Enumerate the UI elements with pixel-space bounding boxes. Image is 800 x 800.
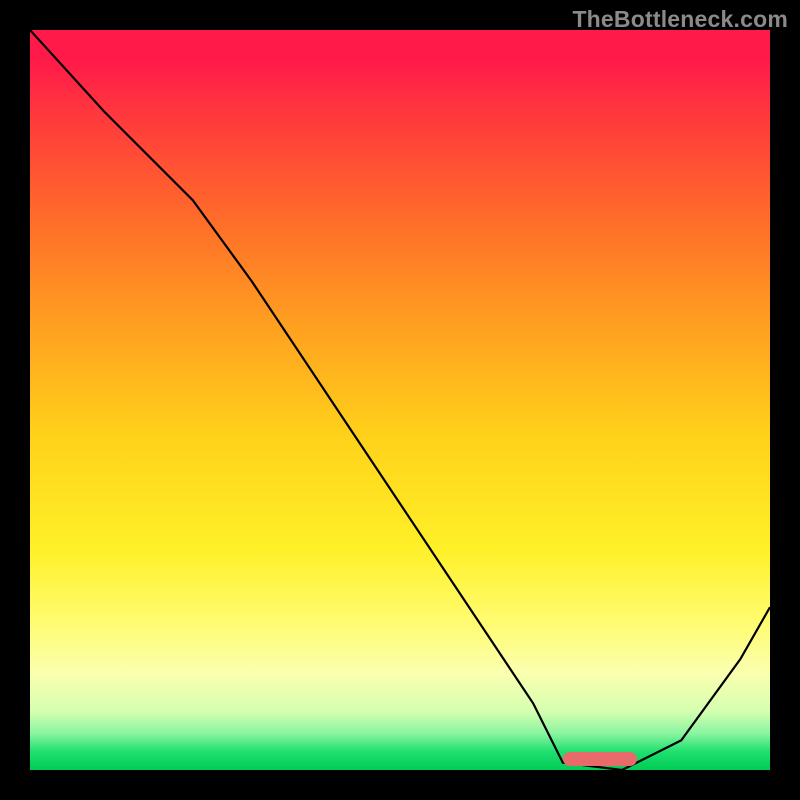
optimum-marker — [563, 752, 637, 766]
watermark-text: TheBottleneck.com — [572, 6, 788, 33]
chart-frame: TheBottleneck.com — [0, 0, 800, 800]
plot-area — [30, 30, 770, 770]
curve-path — [30, 30, 770, 770]
bottleneck-curve — [30, 30, 770, 770]
